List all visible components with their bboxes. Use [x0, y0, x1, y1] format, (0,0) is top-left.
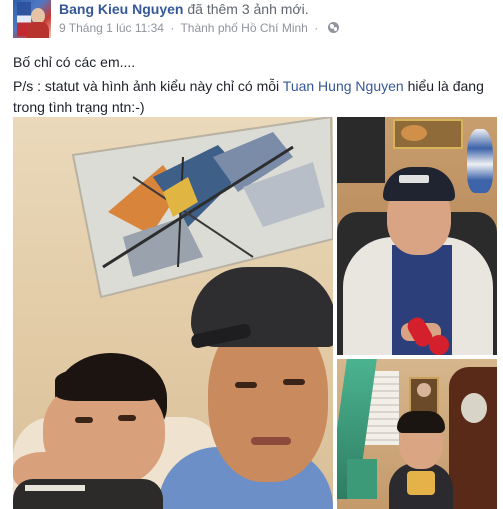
- photo-boy-in-cap[interactable]: [337, 117, 497, 355]
- post-text-line1: Bố chỉ có các em....: [13, 54, 136, 70]
- post-header: Bang Kieu Nguyen đã thêm 3 ảnh mới. 9 Th…: [0, 0, 503, 44]
- author-name-link[interactable]: Bang Kieu Nguyen: [59, 1, 183, 17]
- post-text-line2: P/s : statut và hình ảnh kiểu này chỉ có…: [13, 76, 493, 118]
- post-location[interactable]: Thành phố Hồ Chí Minh: [180, 21, 307, 35]
- meta-separator: ·: [170, 21, 175, 35]
- action-prefix: đã thêm: [187, 1, 238, 17]
- action-suffix: .: [304, 1, 309, 17]
- globe-icon[interactable]: [327, 22, 339, 33]
- new-photos-link[interactable]: 3 ảnh mới: [242, 1, 305, 17]
- photo-boy-by-door[interactable]: [337, 359, 497, 509]
- post-timestamp[interactable]: 9 Tháng 1 lúc 11:34: [59, 21, 164, 35]
- mention-link[interactable]: Tuan Hung Nguyen: [283, 78, 404, 94]
- photo-selfie-father-son[interactable]: [13, 117, 333, 509]
- author-avatar[interactable]: [13, 0, 51, 38]
- post-text-prefix: P/s : statut và hình ảnh kiểu này chỉ có…: [13, 78, 283, 94]
- post-text: Bố chỉ có các em.... P/s : statut và hìn…: [13, 52, 493, 118]
- author-line: Bang Kieu Nguyen đã thêm 3 ảnh mới.: [59, 1, 309, 17]
- post-meta: 9 Tháng 1 lúc 11:34 · Thành phố Hồ Chí M…: [59, 21, 339, 35]
- meta-separator-2: ·: [314, 21, 319, 35]
